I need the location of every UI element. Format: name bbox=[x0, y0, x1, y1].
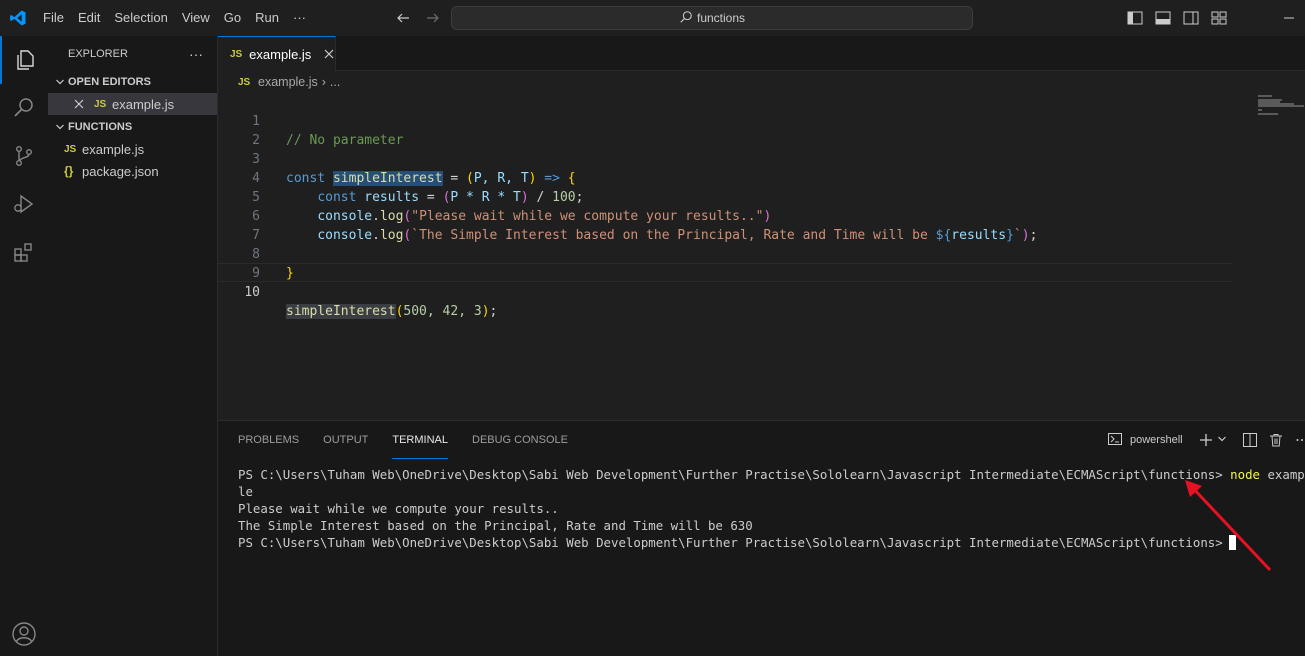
terminal-line: le bbox=[238, 483, 253, 500]
run-debug-icon[interactable] bbox=[0, 180, 48, 228]
close-icon[interactable] bbox=[323, 46, 335, 62]
code-line-4: 4 const results = (P * R * T) / 100; bbox=[218, 150, 1232, 205]
terminal-prompt: PS C:\Users\Tuham Web\OneDrive\Desktop\S… bbox=[238, 535, 1223, 550]
line-number: 10 bbox=[244, 285, 260, 300]
code-line-8: 8 } bbox=[218, 226, 1232, 281]
toggle-panel-icon[interactable] bbox=[1154, 8, 1172, 28]
terminal-line[interactable]: PS C:\Users\Tuham Web\OneDrive\Desktop\S… bbox=[238, 534, 1236, 551]
file-item-example-js[interactable]: JS example.js bbox=[48, 138, 217, 160]
new-terminal-plus-icon[interactable] bbox=[1197, 431, 1215, 449]
code-line-2: 2 bbox=[218, 112, 1232, 148]
more-actions-icon[interactable] bbox=[1293, 431, 1305, 449]
code-token: ; bbox=[489, 304, 498, 319]
vscode-logo-icon bbox=[0, 0, 36, 36]
chevron-down-icon[interactable] bbox=[1217, 434, 1227, 447]
code-line-6: 6 console.log(`The Simple Interest based… bbox=[218, 188, 1232, 243]
forward-arrow-icon[interactable] bbox=[423, 8, 443, 28]
title-bar: File Edit Selection View Go Run ··· func… bbox=[0, 0, 1305, 36]
file-name: package.json bbox=[82, 163, 159, 179]
menu-run[interactable]: Run bbox=[248, 0, 286, 36]
json-file-icon: {} bbox=[64, 164, 74, 178]
search-icon[interactable] bbox=[0, 84, 48, 132]
close-icon[interactable] bbox=[74, 99, 94, 109]
code-editor[interactable]: 1 // No parameter 2 3 const simpleIntere… bbox=[218, 93, 1305, 420]
code-line-5: 5 console.log("Please wait while we comp… bbox=[218, 169, 1232, 224]
tab-example-js[interactable]: JS example.js bbox=[218, 36, 336, 71]
chevron-down-icon bbox=[52, 122, 68, 132]
menu-file[interactable]: File bbox=[36, 0, 71, 36]
menu-view[interactable]: View bbox=[175, 0, 217, 36]
tab-problems[interactable]: PROBLEMS bbox=[238, 421, 299, 459]
back-arrow-icon[interactable] bbox=[393, 8, 413, 28]
folder-section[interactable]: FUNCTIONS bbox=[48, 116, 217, 138]
terminal-shell-name[interactable]: powershell bbox=[1130, 434, 1183, 446]
open-editor-name: example.js bbox=[112, 96, 175, 112]
file-item-package-json[interactable]: {} package.json bbox=[48, 160, 217, 182]
annotation-arrow-icon bbox=[1185, 480, 1272, 572]
editor-tab-bar: JS example.js bbox=[218, 36, 1305, 71]
tab-label: example.js bbox=[249, 46, 312, 62]
code-line-7: 7 bbox=[218, 207, 1232, 243]
kill-terminal-trash-icon[interactable] bbox=[1267, 431, 1285, 449]
file-name: example.js bbox=[82, 141, 145, 157]
code-line-1: 1 // No parameter bbox=[218, 93, 1232, 148]
explorer-more-button[interactable]: ··· bbox=[189, 46, 203, 62]
code-token: ) bbox=[481, 304, 490, 319]
code-token: simpleInterest bbox=[286, 304, 396, 319]
bottom-panel: PROBLEMS OUTPUT TERMINAL DEBUG CONSOLE p… bbox=[218, 420, 1305, 656]
terminal-output: The Simple Interest based on the Princip… bbox=[238, 518, 753, 533]
terminal-output: Please wait while we compute your result… bbox=[238, 501, 559, 516]
toggle-secondary-sidebar-icon[interactable] bbox=[1182, 8, 1200, 28]
toggle-primary-sidebar-icon[interactable] bbox=[1126, 8, 1144, 28]
explorer-title: EXPLORER bbox=[68, 47, 128, 60]
open-editor-item[interactable]: JS example.js bbox=[48, 93, 217, 115]
menu-more[interactable]: ··· bbox=[286, 0, 313, 36]
extensions-icon[interactable] bbox=[0, 228, 48, 276]
breadcrumb: JS example.js › ... bbox=[218, 71, 1305, 93]
tab-debug-console[interactable]: DEBUG CONSOLE bbox=[472, 421, 568, 459]
breadcrumb-rest[interactable]: ... bbox=[330, 75, 340, 89]
js-file-icon: JS bbox=[64, 143, 77, 155]
open-editors-title: OPEN EDITORS bbox=[68, 76, 151, 88]
terminal-prompt: PS C:\Users\Tuham Web\OneDrive\Desktop\S… bbox=[238, 467, 1231, 482]
code-line-9: 9 bbox=[218, 245, 1232, 281]
js-file-icon: JS bbox=[238, 76, 251, 88]
menu-edit[interactable]: Edit bbox=[71, 0, 107, 36]
tab-terminal[interactable]: TERMINAL bbox=[392, 421, 448, 459]
menu-selection[interactable]: Selection bbox=[107, 0, 174, 36]
command-center-search[interactable]: functions bbox=[451, 6, 973, 30]
explorer-sidebar: EXPLORER ··· OPEN EDITORS JS example.js … bbox=[48, 36, 218, 656]
minimize-window-icon[interactable] bbox=[1283, 8, 1299, 28]
chevron-down-icon bbox=[52, 77, 68, 87]
js-file-icon: JS bbox=[230, 48, 243, 60]
search-icon bbox=[679, 10, 693, 27]
explorer-icon[interactable] bbox=[0, 36, 48, 84]
breadcrumb-file[interactable]: example.js bbox=[258, 75, 318, 89]
activity-bar bbox=[0, 36, 48, 656]
split-terminal-icon[interactable] bbox=[1241, 431, 1259, 449]
code-token: 500, 42, 3 bbox=[403, 304, 482, 319]
menu-bar: File Edit Selection View Go Run ··· bbox=[36, 0, 313, 36]
code-line-10: 10 simpleInterest(500, 42, 3); bbox=[218, 263, 1232, 319]
source-control-icon[interactable] bbox=[0, 132, 48, 180]
minimap[interactable] bbox=[1236, 93, 1305, 420]
tab-output[interactable]: OUTPUT bbox=[323, 421, 368, 459]
menu-go[interactable]: Go bbox=[217, 0, 248, 36]
js-file-icon: JS bbox=[94, 98, 107, 110]
terminal-command-arg: le bbox=[238, 484, 253, 499]
code-line-3: 3 const simpleInterest = (P, R, T) => { bbox=[218, 131, 1232, 186]
folder-title: FUNCTIONS bbox=[68, 121, 133, 133]
command-center-text: functions bbox=[696, 11, 746, 25]
terminal-line: PS C:\Users\Tuham Web\OneDrive\Desktop\S… bbox=[238, 466, 1305, 483]
terminal-shell-icon bbox=[1108, 432, 1122, 448]
breadcrumb-separator: › bbox=[321, 75, 326, 89]
open-editors-section[interactable]: OPEN EDITORS bbox=[48, 71, 217, 93]
customize-layout-icon[interactable] bbox=[1210, 8, 1228, 28]
accounts-icon[interactable] bbox=[0, 610, 48, 656]
